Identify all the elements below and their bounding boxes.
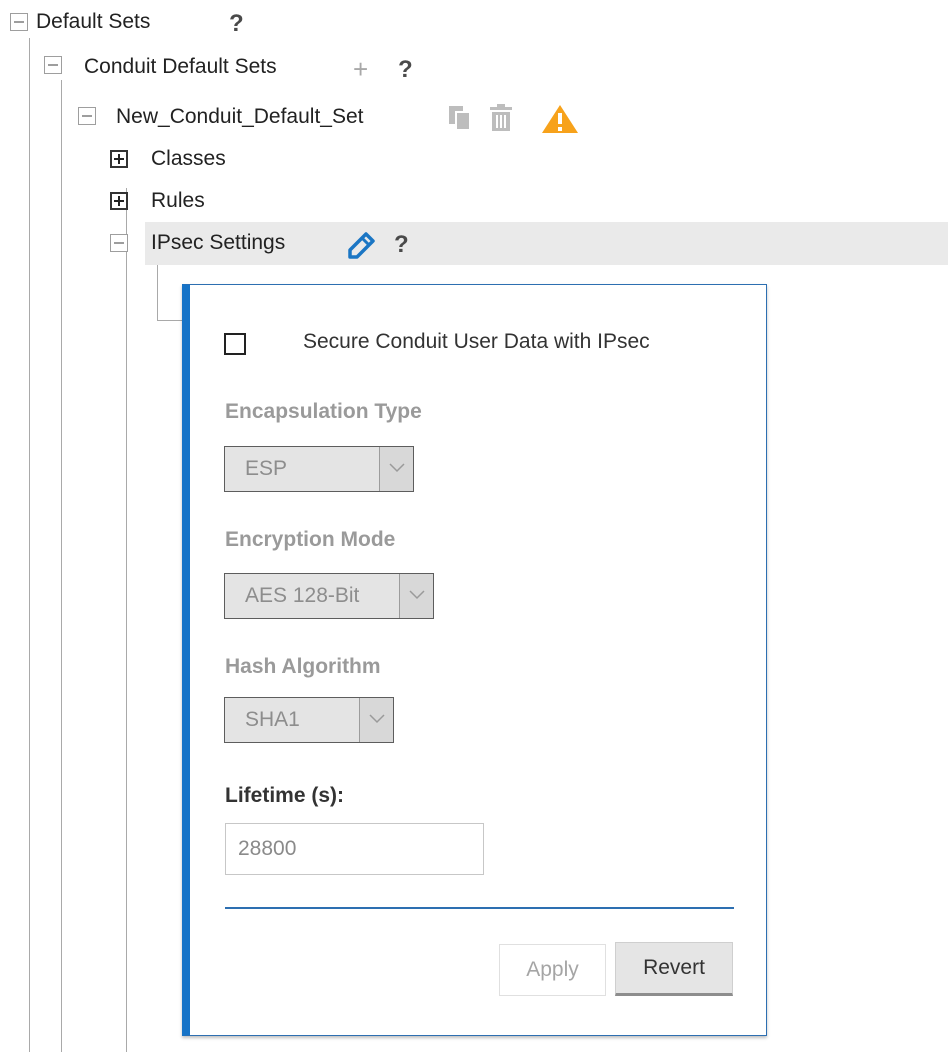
encryption-mode-label: Encryption Mode [225,528,396,551]
expand-classes-toggle[interactable] [110,150,128,168]
chevron-down-icon [399,574,433,618]
secure-ipsec-checkbox-label[interactable]: Secure Conduit User Data with IPsec [303,330,650,354]
hash-algorithm-select[interactable]: SHA1 [224,697,394,743]
panel-divider [225,907,734,909]
apply-button[interactable]: Apply [499,944,606,996]
help-icon[interactable]: ? [394,233,409,257]
trash-icon[interactable] [488,104,514,132]
lifetime-input[interactable] [225,823,484,875]
collapse-conduit-default-sets-toggle[interactable] [44,56,62,74]
hash-algorithm-value: SHA1 [245,708,300,731]
hash-algorithm-label: Hash Algorithm [225,655,381,678]
tree-line [157,262,158,320]
chevron-down-icon [379,447,413,491]
classes-label[interactable]: Classes [151,147,226,171]
revert-button[interactable]: Revert [615,942,733,996]
chevron-down-icon [359,698,393,742]
tree-line [157,320,182,321]
collapse-ipsec-settings-toggle[interactable] [110,234,128,252]
encryption-mode-value: AES 128-Bit [245,584,360,607]
new-conduit-default-set-label[interactable]: New_Conduit_Default_Set [116,105,364,129]
collapse-new-conduit-default-set-toggle[interactable] [78,107,96,125]
copy-icon[interactable] [447,104,473,132]
help-icon[interactable]: ? [398,58,413,82]
help-icon[interactable]: ? [229,12,244,36]
encapsulation-type-value: ESP [245,457,288,480]
tree-line [29,38,30,1052]
lifetime-label: Lifetime (s): [225,784,345,807]
rules-label[interactable]: Rules [151,189,205,213]
encapsulation-type-select[interactable]: ESP [224,446,414,492]
warning-icon [541,104,579,134]
encryption-mode-select[interactable]: AES 128-Bit [224,573,434,619]
tree-line [61,80,62,1052]
encapsulation-type-label: Encapsulation Type [225,400,422,423]
ipsec-settings-label[interactable]: IPsec Settings [151,231,285,255]
conduit-default-sets-label[interactable]: Conduit Default Sets [84,55,277,79]
add-icon[interactable]: + [353,56,368,82]
default-sets-label[interactable]: Default Sets [36,10,150,34]
collapse-default-sets-toggle[interactable] [10,13,28,31]
expand-rules-toggle[interactable] [110,192,128,210]
secure-ipsec-checkbox[interactable] [224,333,246,355]
tree-line [126,188,127,1052]
pencil-icon[interactable] [346,231,376,261]
